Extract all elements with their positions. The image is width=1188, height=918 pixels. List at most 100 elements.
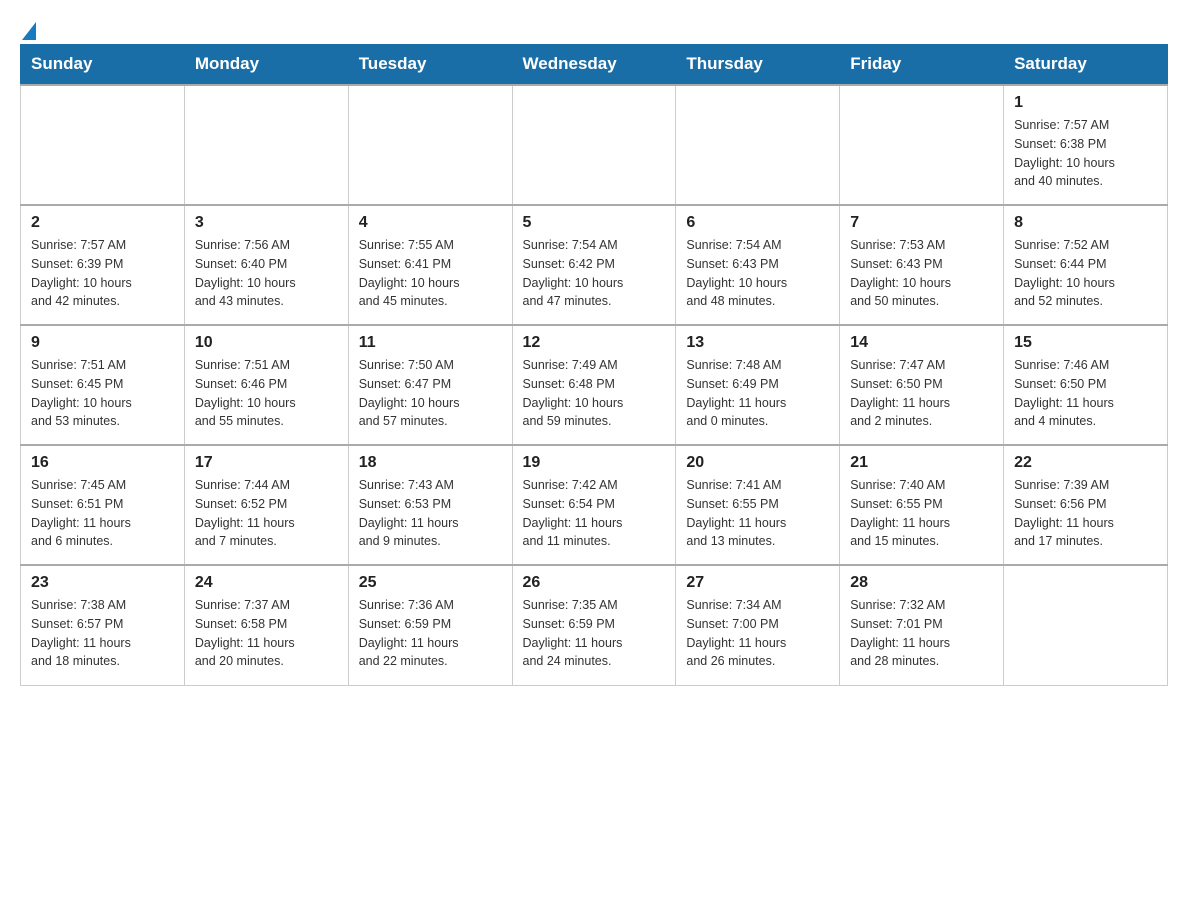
- day-number: 22: [1014, 454, 1157, 472]
- day-number: 9: [31, 334, 174, 352]
- calendar-cell: 28Sunrise: 7:32 AM Sunset: 7:01 PM Dayli…: [840, 565, 1004, 685]
- day-number: 20: [686, 454, 829, 472]
- calendar-cell: 7Sunrise: 7:53 AM Sunset: 6:43 PM Daylig…: [840, 205, 1004, 325]
- day-number: 26: [523, 574, 666, 592]
- calendar-header-row: SundayMondayTuesdayWednesdayThursdayFrid…: [21, 44, 1168, 85]
- day-of-week-header: Thursday: [676, 44, 840, 85]
- calendar-cell: 21 Sunrise: 7:40 AM Sunset: 6:55 PM Dayli…: [840, 445, 1004, 565]
- calendar-cell: 19 Sunrise: 7:42 AM Sunset: 6:54 PM Dayli…: [512, 445, 676, 565]
- calendar-cell: 4 Sunrise: 7:55 AM Sunset: 6:41 PM Daylig…: [348, 205, 512, 325]
- day-number: 16: [31, 454, 174, 472]
- day-info: Sunrise: 7:50 AM Sunset: 6:47 PM Dayligh…: [359, 356, 502, 431]
- day-info: Sunrise: 7:52 AM Sunset: 6:44 PM Dayligh…: [1014, 236, 1157, 311]
- day-number: 8: [1014, 214, 1157, 232]
- day-number: 13: [686, 334, 829, 352]
- day-info: Sunrise: 7:45 AM Sunset: 6:51 PM Dayligh…: [31, 476, 174, 551]
- calendar-week-row: 2 Sunrise: 7:57 AM Sunset: 6:39 PM Daylig…: [21, 205, 1168, 325]
- calendar-cell: 6 Sunrise: 7:54 AM Sunset: 6:43 PM Daylig…: [676, 205, 840, 325]
- day-info: Sunrise: 7:55 AM Sunset: 6:41 PM Dayligh…: [359, 236, 502, 311]
- day-number: 3: [195, 214, 338, 232]
- day-info: Sunrise: 7:39 AM Sunset: 6:56 PM Dayligh…: [1014, 476, 1157, 551]
- day-number: 19: [523, 454, 666, 472]
- logo: [20, 20, 38, 34]
- day-info: Sunrise: 7:57 AM Sunset: 6:39 PM Dayligh…: [31, 236, 174, 311]
- calendar-table: SundayMondayTuesdayWednesdayThursdayFrid…: [20, 44, 1168, 686]
- day-number: 7: [850, 214, 993, 232]
- day-of-week-header: Friday: [840, 44, 1004, 85]
- day-info: Sunrise: 7:46 AM Sunset: 6:50 PM Dayligh…: [1014, 356, 1157, 431]
- calendar-cell: 10 Sunrise: 7:51 AM Sunset: 6:46 PM Dayli…: [184, 325, 348, 445]
- day-info: Sunrise: 7:32 AM Sunset: 7:01 PM Dayligh…: [850, 596, 993, 671]
- calendar-cell: 22 Sunrise: 7:39 AM Sunset: 6:56 PM Dayli…: [1004, 445, 1168, 565]
- day-of-week-header: Sunday: [21, 44, 185, 85]
- day-info: Sunrise: 7:47 AM Sunset: 6:50 PM Dayligh…: [850, 356, 993, 431]
- day-number: 14: [850, 334, 993, 352]
- calendar-cell: 24Sunrise: 7:37 AM Sunset: 6:58 PM Dayli…: [184, 565, 348, 685]
- day-number: 25: [359, 574, 502, 592]
- calendar-cell: [512, 85, 676, 205]
- day-number: 12: [523, 334, 666, 352]
- logo-triangle-icon: [22, 22, 36, 40]
- day-number: 6: [686, 214, 829, 232]
- calendar-cell: [21, 85, 185, 205]
- day-number: 4: [359, 214, 502, 232]
- day-info: Sunrise: 7:35 AM Sunset: 6:59 PM Dayligh…: [523, 596, 666, 671]
- day-number: 15: [1014, 334, 1157, 352]
- calendar-cell: 8 Sunrise: 7:52 AM Sunset: 6:44 PM Daylig…: [1004, 205, 1168, 325]
- calendar-cell: 15 Sunrise: 7:46 AM Sunset: 6:50 PM Dayli…: [1004, 325, 1168, 445]
- day-info: Sunrise: 7:57 AM Sunset: 6:38 PM Dayligh…: [1014, 116, 1157, 191]
- day-of-week-header: Wednesday: [512, 44, 676, 85]
- day-number: 23: [31, 574, 174, 592]
- day-number: 17: [195, 454, 338, 472]
- calendar-cell: 5 Sunrise: 7:54 AM Sunset: 6:42 PM Daylig…: [512, 205, 676, 325]
- calendar-cell: 12 Sunrise: 7:49 AM Sunset: 6:48 PM Dayli…: [512, 325, 676, 445]
- calendar-cell: [184, 85, 348, 205]
- calendar-cell: [676, 85, 840, 205]
- calendar-cell: 13 Sunrise: 7:48 AM Sunset: 6:49 PM Dayli…: [676, 325, 840, 445]
- page-header: [20, 20, 1168, 34]
- day-number: 24: [195, 574, 338, 592]
- calendar-cell: 27 Sunrise: 7:34 AM Sunset: 7:00 PM Dayli…: [676, 565, 840, 685]
- calendar-cell: 23 Sunrise: 7:38 AM Sunset: 6:57 PM Dayli…: [21, 565, 185, 685]
- calendar-cell: 14 Sunrise: 7:47 AM Sunset: 6:50 PM Dayli…: [840, 325, 1004, 445]
- day-info: Sunrise: 7:38 AM Sunset: 6:57 PM Dayligh…: [31, 596, 174, 671]
- day-number: 10: [195, 334, 338, 352]
- day-info: Sunrise: 7:42 AM Sunset: 6:54 PM Dayligh…: [523, 476, 666, 551]
- calendar-cell: 25 Sunrise: 7:36 AM Sunset: 6:59 PM Dayli…: [348, 565, 512, 685]
- day-info: Sunrise: 7:49 AM Sunset: 6:48 PM Dayligh…: [523, 356, 666, 431]
- day-number: 21: [850, 454, 993, 472]
- day-of-week-header: Tuesday: [348, 44, 512, 85]
- day-info: Sunrise: 7:40 AM Sunset: 6:55 PM Dayligh…: [850, 476, 993, 551]
- day-number: 27: [686, 574, 829, 592]
- day-of-week-header: Monday: [184, 44, 348, 85]
- day-number: 2: [31, 214, 174, 232]
- day-info: Sunrise: 7:36 AM Sunset: 6:59 PM Dayligh…: [359, 596, 502, 671]
- calendar-week-row: 1 Sunrise: 7:57 AM Sunset: 6:38 PM Daylig…: [21, 85, 1168, 205]
- calendar-cell: 11 Sunrise: 7:50 AM Sunset: 6:47 PM Dayli…: [348, 325, 512, 445]
- day-number: 5: [523, 214, 666, 232]
- calendar-cell: 2 Sunrise: 7:57 AM Sunset: 6:39 PM Daylig…: [21, 205, 185, 325]
- day-info: Sunrise: 7:54 AM Sunset: 6:43 PM Dayligh…: [686, 236, 829, 311]
- day-info: Sunrise: 7:34 AM Sunset: 7:00 PM Dayligh…: [686, 596, 829, 671]
- day-info: Sunrise: 7:51 AM Sunset: 6:46 PM Dayligh…: [195, 356, 338, 431]
- day-number: 1: [1014, 94, 1157, 112]
- calendar-cell: 17Sunrise: 7:44 AM Sunset: 6:52 PM Dayli…: [184, 445, 348, 565]
- day-info: Sunrise: 7:56 AM Sunset: 6:40 PM Dayligh…: [195, 236, 338, 311]
- calendar-week-row: 9 Sunrise: 7:51 AM Sunset: 6:45 PM Daylig…: [21, 325, 1168, 445]
- calendar-cell: [840, 85, 1004, 205]
- day-number: 18: [359, 454, 502, 472]
- day-info: Sunrise: 7:41 AM Sunset: 6:55 PM Dayligh…: [686, 476, 829, 551]
- day-info: Sunrise: 7:48 AM Sunset: 6:49 PM Dayligh…: [686, 356, 829, 431]
- calendar-cell: 26 Sunrise: 7:35 AM Sunset: 6:59 PM Dayli…: [512, 565, 676, 685]
- calendar-week-row: 23 Sunrise: 7:38 AM Sunset: 6:57 PM Dayli…: [21, 565, 1168, 685]
- calendar-cell: 20 Sunrise: 7:41 AM Sunset: 6:55 PM Dayli…: [676, 445, 840, 565]
- day-info: Sunrise: 7:51 AM Sunset: 6:45 PM Dayligh…: [31, 356, 174, 431]
- calendar-cell: 1 Sunrise: 7:57 AM Sunset: 6:38 PM Daylig…: [1004, 85, 1168, 205]
- calendar-cell: [348, 85, 512, 205]
- day-info: Sunrise: 7:43 AM Sunset: 6:53 PM Dayligh…: [359, 476, 502, 551]
- day-number: 11: [359, 334, 502, 352]
- day-info: Sunrise: 7:54 AM Sunset: 6:42 PM Dayligh…: [523, 236, 666, 311]
- calendar-cell: [1004, 565, 1168, 685]
- calendar-cell: 3 Sunrise: 7:56 AM Sunset: 6:40 PM Daylig…: [184, 205, 348, 325]
- calendar-cell: 9 Sunrise: 7:51 AM Sunset: 6:45 PM Daylig…: [21, 325, 185, 445]
